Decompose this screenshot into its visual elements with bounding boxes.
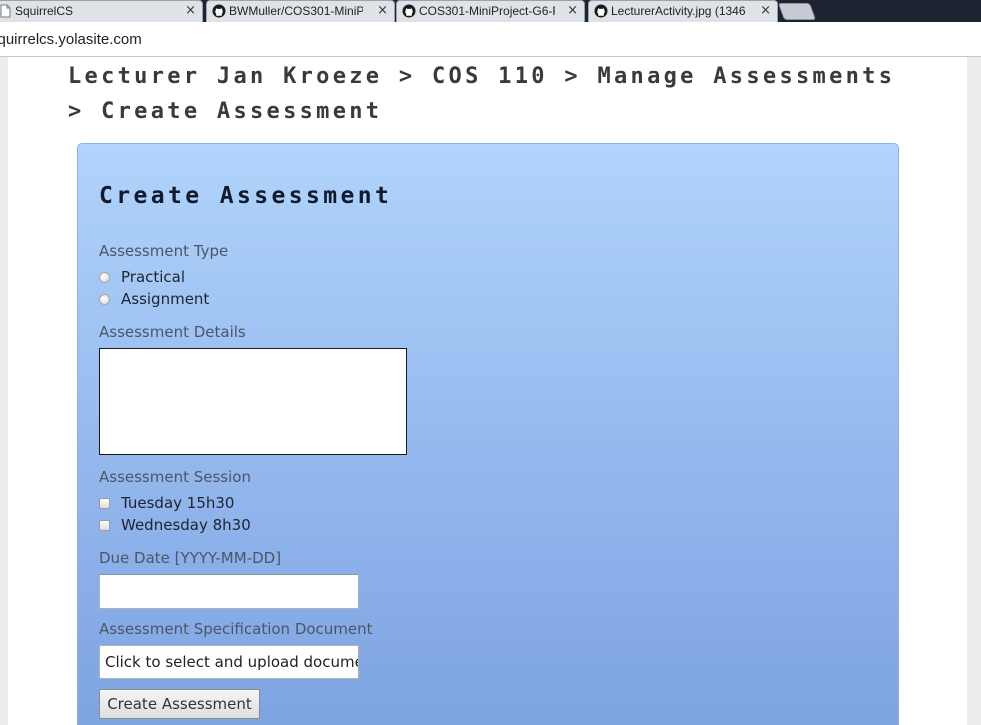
tab-bwmuller-repo[interactable]: BWMuller/COS301-MiniP × bbox=[206, 0, 395, 22]
document-icon bbox=[0, 4, 12, 18]
due-date-label: Due Date [YYYY-MM-DD] bbox=[99, 549, 282, 567]
new-tab-button[interactable] bbox=[777, 3, 817, 20]
breadcrumb: Lecturer Jan Kroeze > COS 110 > Manage A… bbox=[68, 64, 896, 124]
radio-button[interactable] bbox=[99, 272, 110, 283]
radio-button[interactable] bbox=[99, 294, 110, 305]
tab-cos301-miniproject[interactable]: COS301-MiniProject-G6-P × bbox=[396, 0, 585, 22]
checkbox[interactable] bbox=[99, 520, 110, 531]
assessment-session-label: Assessment Session bbox=[99, 468, 251, 486]
tab-title: SquirrelCS bbox=[15, 4, 74, 18]
address-bar bbox=[0, 22, 981, 57]
radio-label: Practical bbox=[121, 268, 186, 286]
create-assessment-button[interactable]: Create Assessment bbox=[99, 689, 260, 719]
tab-squirrelcs[interactable]: SquirrelCS × bbox=[0, 0, 203, 22]
radio-label: Assignment bbox=[121, 290, 210, 308]
tab-lectureractivity-image[interactable]: LecturerActivity.jpg (1346 × bbox=[588, 0, 778, 22]
content-column: Lecturer Jan Kroeze > COS 110 > Manage A… bbox=[8, 57, 967, 725]
tab-title: BWMuller/COS301-MiniP bbox=[229, 4, 363, 18]
due-date-input[interactable] bbox=[99, 574, 359, 609]
spec-document-label: Assessment Specification Document bbox=[99, 620, 373, 638]
checkbox[interactable] bbox=[99, 498, 110, 509]
github-icon bbox=[594, 4, 608, 18]
close-icon[interactable]: × bbox=[185, 1, 196, 21]
browser-tab-strip: SquirrelCS × BWMuller/COS301-MiniP × COS… bbox=[0, 0, 981, 22]
page-viewport: Lecturer Jan Kroeze > COS 110 > Manage A… bbox=[0, 57, 981, 725]
close-icon[interactable]: × bbox=[760, 1, 771, 21]
create-assessment-form: Create Assessment Assessment Type Practi… bbox=[77, 143, 899, 725]
assessment-type-label: Assessment Type bbox=[99, 242, 229, 260]
spec-document-upload-field[interactable]: Click to select and upload document bbox=[99, 645, 359, 679]
assessment-details-textarea[interactable] bbox=[99, 348, 407, 455]
close-icon[interactable]: × bbox=[377, 1, 388, 21]
url-input[interactable] bbox=[0, 28, 965, 50]
github-icon bbox=[212, 4, 226, 18]
tab-title: COS301-MiniProject-G6-P bbox=[419, 4, 555, 18]
github-icon bbox=[402, 4, 416, 18]
close-icon[interactable]: × bbox=[567, 1, 578, 21]
form-title: Create Assessment bbox=[99, 183, 393, 209]
checkbox-label: Wednesday 8h30 bbox=[121, 516, 251, 534]
tab-title: LecturerActivity.jpg (1346 bbox=[611, 4, 746, 18]
checkbox-label: Tuesday 15h30 bbox=[121, 494, 235, 512]
assessment-details-label: Assessment Details bbox=[99, 323, 246, 341]
